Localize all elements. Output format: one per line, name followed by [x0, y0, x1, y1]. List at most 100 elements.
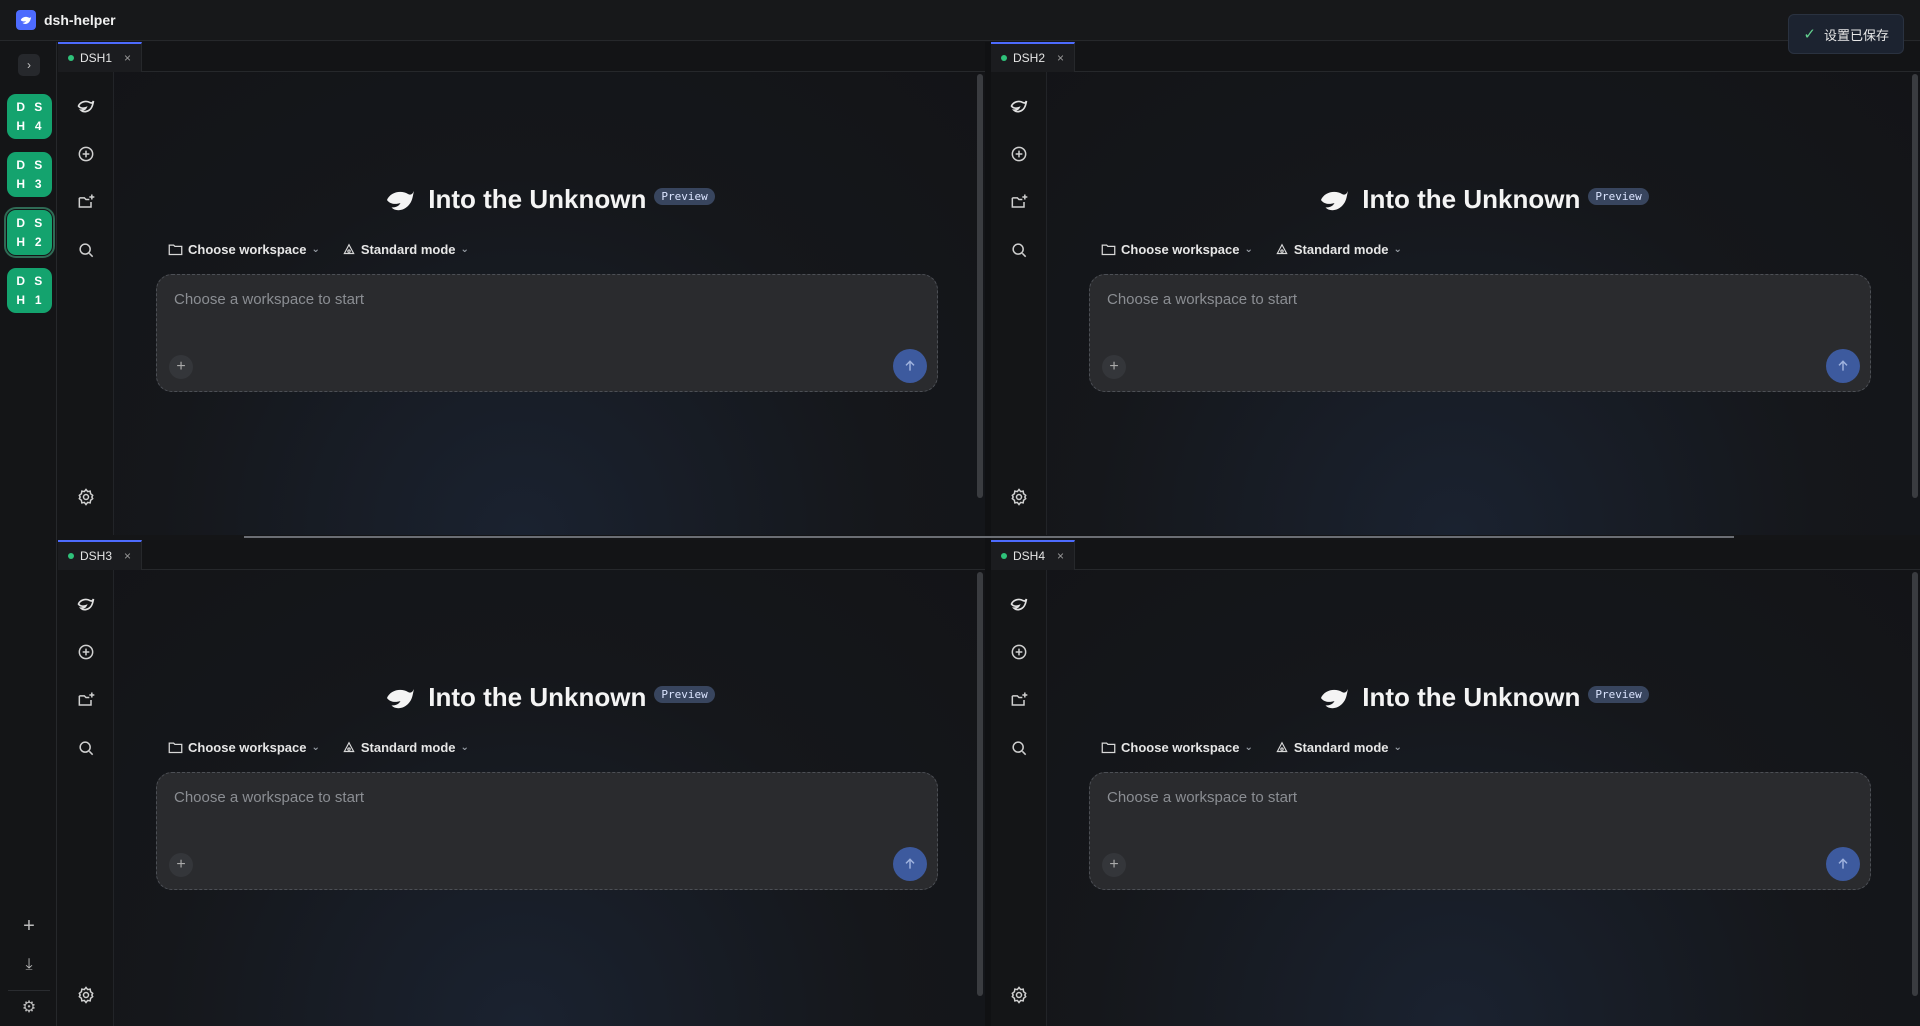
arrow-up-icon	[1838, 858, 1848, 869]
session-badge-dsh2[interactable]: D S H 2	[4, 207, 55, 258]
new-chat-icon[interactable]	[1007, 142, 1031, 166]
workspace-label: Choose workspace	[188, 242, 307, 257]
composer-controls: Choose workspace ⌄ Standard mode ⌄	[168, 740, 469, 755]
settings-gear-icon[interactable]	[1007, 983, 1031, 1007]
scrollbar[interactable]	[1912, 74, 1918, 498]
close-tab-icon[interactable]: ×	[124, 549, 131, 563]
settings-gear-icon[interactable]	[74, 983, 98, 1007]
hero-title: Into the Unknown	[1362, 184, 1581, 214]
new-folder-icon[interactable]	[74, 190, 98, 214]
chevron-down-icon: ⌄	[1244, 244, 1253, 255]
whale-logo-icon[interactable]	[1007, 592, 1031, 616]
check-icon: ✓	[1803, 26, 1816, 43]
pane-dsh3: DSH3 × Into the Unknown Preview Choose w…	[58, 540, 985, 1026]
pane-dsh1: DSH1 × Into the Unknown Preview Choose w…	[58, 42, 985, 535]
hero-title: Into the Unknown	[1362, 682, 1581, 712]
pane-tab-bar: DSH3 ×	[58, 540, 985, 570]
chat-composer[interactable]: Choose a workspace to start +	[156, 772, 938, 890]
download-button[interactable]: ⤓	[18, 954, 40, 976]
preview-badge: Preview	[1588, 686, 1649, 703]
attach-button[interactable]: +	[169, 853, 193, 877]
toast-notification: ✓ 设置已保存	[1788, 14, 1904, 54]
workspace-dropdown[interactable]: Choose workspace ⌄	[168, 740, 320, 755]
chevron-down-icon: ⌄	[460, 244, 469, 255]
folder-icon	[168, 244, 183, 256]
send-button[interactable]	[1826, 847, 1860, 881]
search-icon[interactable]	[74, 238, 98, 262]
mode-dropdown[interactable]: Standard mode ⌄	[342, 740, 469, 755]
preview-badge: Preview	[1588, 188, 1649, 205]
chevron-down-icon: ⌄	[460, 742, 469, 753]
chat-composer[interactable]: Choose a workspace to start +	[156, 274, 938, 392]
whale-hero-icon	[387, 190, 415, 210]
settings-gear-icon[interactable]	[74, 485, 98, 509]
badge-letter: H	[16, 118, 26, 133]
add-session-button[interactable]: +	[18, 915, 40, 937]
rail-settings-button[interactable]: ⚙	[18, 996, 40, 1018]
badge-letter: D	[16, 158, 26, 173]
session-badge-dsh1[interactable]: D S H 1	[7, 268, 52, 313]
pane-tab-bar: DSH1 ×	[58, 42, 985, 72]
session-badge-dsh4[interactable]: D S H 4	[7, 94, 52, 139]
chevron-down-icon: ⌄	[311, 742, 320, 753]
scrollbar[interactable]	[977, 74, 983, 498]
scrollbar[interactable]	[1912, 572, 1918, 996]
new-folder-icon[interactable]	[1007, 688, 1031, 712]
tab-dsh1[interactable]: DSH1 ×	[58, 42, 143, 72]
close-tab-icon[interactable]: ×	[124, 51, 131, 65]
new-chat-icon[interactable]	[74, 142, 98, 166]
settings-gear-icon[interactable]	[1007, 485, 1031, 509]
status-dot	[1001, 55, 1007, 61]
workspace-dropdown[interactable]: Choose workspace ⌄	[1101, 242, 1253, 257]
search-icon[interactable]	[74, 736, 98, 760]
whale-logo-icon[interactable]	[74, 592, 98, 616]
arrow-up-icon	[905, 360, 915, 371]
workspace-dropdown[interactable]: Choose workspace ⌄	[168, 242, 320, 257]
hero: Into the Unknown Preview	[1047, 184, 1920, 215]
tab-dsh4[interactable]: DSH4 ×	[991, 540, 1076, 570]
badge-letter: H	[16, 176, 26, 191]
attach-button[interactable]: +	[1102, 355, 1126, 379]
chevron-down-icon: ⌄	[1393, 244, 1402, 255]
attach-button[interactable]: +	[169, 355, 193, 379]
workspace-dropdown[interactable]: Choose workspace ⌄	[1101, 740, 1253, 755]
new-chat-icon[interactable]	[1007, 640, 1031, 664]
pane-dsh2: DSH2 × Into the Unknown Preview Choose w…	[991, 42, 1920, 535]
attach-button[interactable]: +	[1102, 853, 1126, 877]
hero: Into the Unknown Preview	[1047, 682, 1920, 713]
composer-placeholder: Choose a workspace to start	[174, 789, 365, 806]
badge-letter: 4	[34, 118, 42, 133]
chat-composer[interactable]: Choose a workspace to start +	[1089, 274, 1871, 392]
pane-tab-bar: DSH4 ×	[991, 540, 1920, 570]
close-tab-icon[interactable]: ×	[1057, 51, 1064, 65]
close-tab-icon[interactable]: ×	[1057, 549, 1064, 563]
badge-letter: D	[16, 274, 26, 289]
horizontal-splitter[interactable]	[244, 536, 1734, 538]
session-badge-dsh3[interactable]: D S H 3	[7, 152, 52, 197]
mode-dropdown[interactable]: Standard mode ⌄	[1275, 242, 1402, 257]
chat-composer[interactable]: Choose a workspace to start +	[1089, 772, 1871, 890]
badge-letter: 1	[34, 292, 42, 307]
scrollbar[interactable]	[977, 572, 983, 996]
badge-letter: H	[16, 234, 26, 249]
send-button[interactable]	[893, 349, 927, 383]
tab-dsh2[interactable]: DSH2 ×	[991, 42, 1076, 72]
send-button[interactable]	[1826, 349, 1860, 383]
tab-dsh3[interactable]: DSH3 ×	[58, 540, 143, 570]
pane-dsh4: DSH4 × Into the Unknown Preview Choose w…	[991, 540, 1920, 1026]
search-icon[interactable]	[1007, 238, 1031, 262]
whale-logo-icon[interactable]	[1007, 94, 1031, 118]
expand-rail-button[interactable]: ›	[18, 54, 40, 76]
new-folder-icon[interactable]	[1007, 190, 1031, 214]
mode-label: Standard mode	[360, 740, 456, 755]
whale-logo-icon[interactable]	[74, 94, 98, 118]
whale-hero-icon	[1321, 688, 1349, 708]
status-dot	[68, 553, 74, 559]
search-icon[interactable]	[1007, 736, 1031, 760]
mode-dropdown[interactable]: Standard mode ⌄	[1275, 740, 1402, 755]
badge-letter: 2	[34, 234, 42, 249]
new-chat-icon[interactable]	[74, 640, 98, 664]
mode-dropdown[interactable]: Standard mode ⌄	[342, 242, 469, 257]
send-button[interactable]	[893, 847, 927, 881]
new-folder-icon[interactable]	[74, 688, 98, 712]
